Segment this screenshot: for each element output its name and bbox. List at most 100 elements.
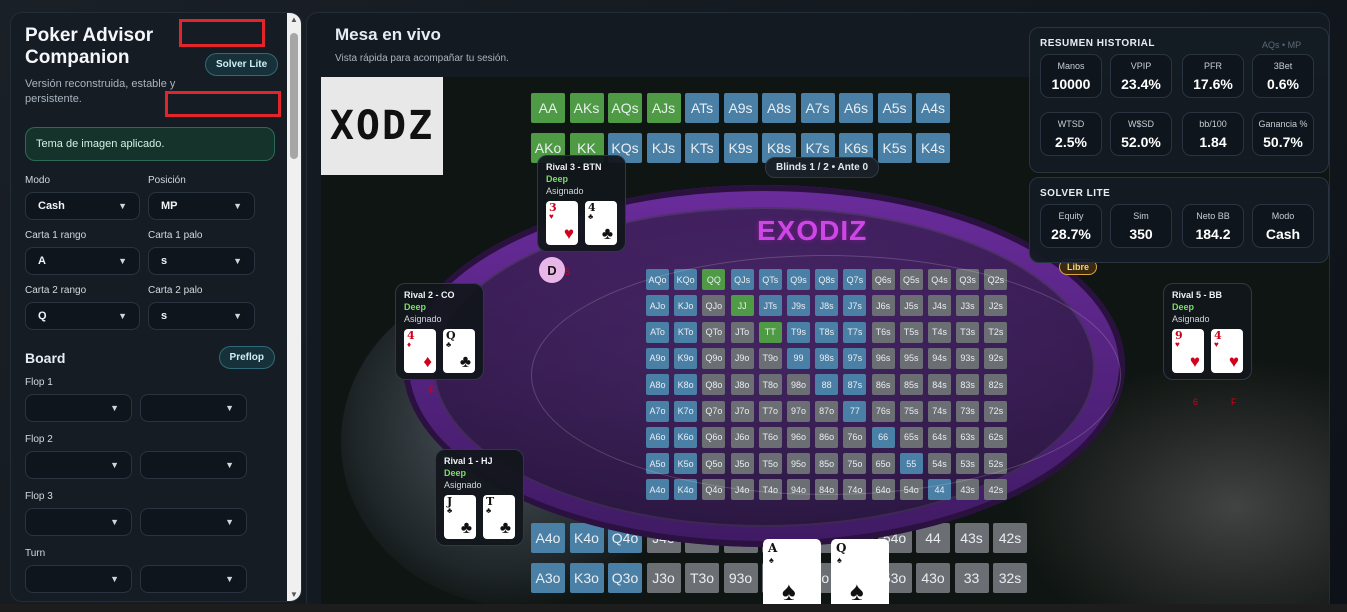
live-table-panel: Mesa en vivo Vista rápida para acompañar… <box>306 12 1330 612</box>
range-tile-A9s: A9s <box>723 93 758 123</box>
app-title: Poker Advisor Companion <box>25 25 154 68</box>
diamond-icon: ♦ <box>423 352 432 371</box>
range-cell-A4o: A4o <box>646 479 669 501</box>
flop2-suit-select[interactable]: ▼ <box>140 451 247 479</box>
stat-pfr: PFR 17.6% <box>1182 54 1244 98</box>
club-icon: ♣ <box>460 518 472 537</box>
diamond-icon: ♦ <box>407 340 412 349</box>
turn-row: ▼ ▼ <box>25 565 275 593</box>
turn-label: Turn <box>25 548 46 559</box>
stat-label: bb/100 <box>1199 119 1227 129</box>
card2-suit-select[interactable]: s ▼ <box>148 302 255 330</box>
stat-label: Neto BB <box>1196 211 1230 221</box>
stat-label: 3Bet <box>1273 61 1293 71</box>
stat-wtsd: WTSD 2.5% <box>1040 112 1102 156</box>
board-header: Board Preflop <box>25 346 275 369</box>
range-tile-A3o: A3o <box>531 563 565 593</box>
stat-label: Equity <box>1058 211 1084 221</box>
stat-equity: Equity 28.7% <box>1040 204 1102 248</box>
playing-card: T ♣ ♣ <box>483 495 515 539</box>
felt-inner-line <box>531 255 1121 495</box>
range-tile-Q3o: Q3o <box>608 563 642 593</box>
position-value: MP <box>161 200 178 212</box>
stat-ganancia: Ganancia % 50.7% <box>1252 112 1314 156</box>
blinds-badge: Blinds 1 / 2 • Ante 0 <box>765 157 880 178</box>
card2-rank-select[interactable]: Q ▼ <box>25 302 140 330</box>
stat-neto-bb: Neto BB 184.2 <box>1182 204 1244 248</box>
stat-label: Modo <box>1271 211 1295 221</box>
stat-label: VPIP <box>1130 61 1152 71</box>
flop3-suit-select[interactable]: ▼ <box>140 508 247 536</box>
chevron-down-icon: ▼ <box>233 311 242 321</box>
range-tile-KJs: KJs <box>646 133 681 163</box>
dealer-button: D <box>539 257 565 283</box>
seat-stack: Deep <box>444 468 467 478</box>
range-tile-A4s: A4s <box>916 93 950 123</box>
range-cell-43s: 43s <box>956 479 980 501</box>
scroll-up-icon[interactable]: ▲ <box>290 15 298 24</box>
chevron-down-icon: ▼ <box>118 311 127 321</box>
solver-lite-button[interactable]: Solver Lite <box>205 53 279 76</box>
stat-label: W$SD <box>1127 119 1154 129</box>
flop3-label: Flop 3 <box>25 491 53 502</box>
redaction-box-top <box>179 19 265 47</box>
spade-icon: ♠ <box>850 576 864 606</box>
club-icon: ♣ <box>601 224 613 243</box>
flop1-label: Flop 1 <box>25 377 53 388</box>
mode-select[interactable]: Cash ▼ <box>25 192 140 220</box>
seat-marker: 6 <box>1193 397 1199 407</box>
playing-card: 4 ♥ ♥ <box>1211 329 1243 373</box>
app-subtitle: Versión reconstruida, estable y persiste… <box>25 78 176 105</box>
chevron-down-icon: ▼ <box>110 574 119 584</box>
stat-value: 184.2 <box>1195 226 1231 242</box>
seat-name: Rival 3 - BTN <box>546 162 602 172</box>
range-tile-A6s: A6s <box>839 93 873 123</box>
seat-rival-1[interactable]: Rival 1 - HJ Deep Asignado J ♣ ♣ T ♣ ♣ <box>435 449 524 546</box>
scrollbar-thumb[interactable] <box>290 33 298 159</box>
faint-hand-label: AQs • MP <box>1262 40 1302 50</box>
seat-marker: F <box>429 385 435 395</box>
stat-label: Sim <box>1133 211 1149 221</box>
solver-lite-title: SOLVER LITE <box>1040 188 1111 199</box>
hero-card-2: Q ♠ ♠ <box>831 539 889 611</box>
club-icon: ♣ <box>486 506 492 515</box>
playing-card: 9 ♥ ♥ <box>1172 329 1204 373</box>
chevron-down-icon: ▼ <box>225 403 234 413</box>
club-icon: ♣ <box>459 352 471 371</box>
stat-wsd: W$SD 52.0% <box>1110 112 1172 156</box>
sidebar-scrollbar[interactable]: ▲ ▼ <box>287 13 301 601</box>
exodiz-logo: XODZ <box>321 77 443 175</box>
stat-label: WTSD <box>1057 119 1085 129</box>
position-label: Posición <box>148 175 186 186</box>
stat-label: PFR <box>1204 61 1222 71</box>
seat-rival-5[interactable]: Rival 5 - BB Deep Asignado 9 ♥ ♥ 4 ♥ ♥ <box>1163 283 1252 380</box>
card1-suit-value: s <box>161 255 168 267</box>
flop2-rank-select[interactable]: ▼ <box>25 451 132 479</box>
mode-label: Modo <box>25 175 51 186</box>
position-select[interactable]: MP ▼ <box>148 192 255 220</box>
board-title: Board <box>25 349 66 366</box>
flop1-rank-select[interactable]: ▼ <box>25 394 132 422</box>
redaction-box-bottom <box>165 91 281 117</box>
flop3-rank-select[interactable]: ▼ <box>25 508 132 536</box>
card2-suit-label: Carta 2 palo <box>148 285 203 296</box>
turn-suit-select[interactable]: ▼ <box>140 565 247 593</box>
card1-rank-select[interactable]: A ▼ <box>25 247 140 275</box>
preflop-button[interactable]: Preflop <box>218 346 275 369</box>
turn-rank-select[interactable]: ▼ <box>25 565 132 593</box>
playing-card: Q ♣ ♣ <box>443 329 475 373</box>
seat-marker: F <box>1231 397 1237 407</box>
chevron-down-icon: ▼ <box>118 256 127 266</box>
flop1-suit-select[interactable]: ▼ <box>140 394 247 422</box>
scroll-down-icon[interactable]: ▼ <box>290 590 298 599</box>
range-tile-K4o: K4o <box>569 523 604 553</box>
chevron-down-icon: ▼ <box>233 256 242 266</box>
seat-status: Asignado <box>444 480 482 490</box>
card1-suit-select[interactable]: s ▼ <box>148 247 255 275</box>
range-tile-K5s: K5s <box>877 133 912 163</box>
seat-rival-2[interactable]: Rival 2 - CO Deep Asignado 4 ♦ ♦ Q ♣ ♣ <box>395 283 484 380</box>
seat-rival-3[interactable]: Rival 3 - BTN Deep Asignado 3 ♥ ♥ 4 ♣ ♣ <box>537 155 626 252</box>
flop2-label: Flop 2 <box>25 434 53 445</box>
range-tile-33: 33 <box>954 563 989 593</box>
seat-cards: J ♣ ♣ T ♣ ♣ <box>444 495 515 539</box>
